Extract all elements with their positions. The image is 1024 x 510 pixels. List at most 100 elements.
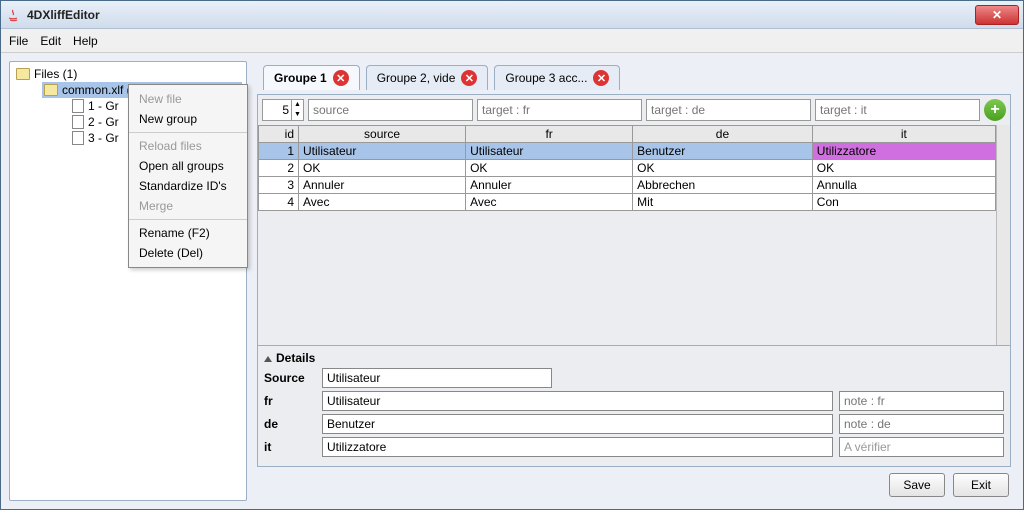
menu-file[interactable]: File bbox=[9, 34, 28, 48]
button-row: Save Exit bbox=[257, 471, 1011, 497]
tab-label: Groupe 3 acc... bbox=[505, 71, 587, 85]
cell-source[interactable]: Avec bbox=[299, 194, 466, 211]
label-fr: fr bbox=[264, 394, 316, 408]
filter-source[interactable] bbox=[308, 99, 473, 121]
id-spinner[interactable]: ▲▼ bbox=[262, 99, 304, 121]
tab-label: Groupe 2, vide bbox=[377, 71, 456, 85]
ctx-merge[interactable]: Merge bbox=[129, 196, 247, 216]
workarea: ▲▼ + id source fr de i bbox=[257, 94, 1011, 467]
cell-fr[interactable]: Avec bbox=[466, 194, 633, 211]
detail-it-note[interactable] bbox=[839, 437, 1004, 457]
ctx-delete[interactable]: Delete (Del) bbox=[129, 243, 247, 263]
cell-id[interactable]: 2 bbox=[259, 160, 299, 177]
ctx-standardize[interactable]: Standardize ID's bbox=[129, 176, 247, 196]
separator bbox=[129, 132, 247, 133]
detail-fr-input[interactable] bbox=[322, 391, 833, 411]
tab-groupe-3[interactable]: Groupe 3 acc... ✕ bbox=[494, 65, 620, 90]
tab-close-icon[interactable]: ✕ bbox=[333, 70, 349, 86]
add-row-button[interactable]: + bbox=[984, 99, 1006, 121]
vertical-scrollbar[interactable] bbox=[996, 125, 1010, 345]
col-source[interactable]: source bbox=[299, 126, 466, 143]
toggle-icon[interactable] bbox=[264, 356, 272, 362]
translation-table: id source fr de it 1UtilisateurUtilisate… bbox=[258, 125, 996, 211]
separator bbox=[129, 219, 247, 220]
col-fr[interactable]: fr bbox=[466, 126, 633, 143]
tree-group-label: 2 - Gr bbox=[88, 115, 119, 129]
ctx-open-all[interactable]: Open all groups bbox=[129, 156, 247, 176]
details-panel: Details Source fr de it bbox=[258, 345, 1010, 466]
cell-source[interactable]: Annuler bbox=[299, 177, 466, 194]
tab-close-icon[interactable]: ✕ bbox=[461, 70, 477, 86]
cell-fr[interactable]: Utilisateur bbox=[466, 143, 633, 160]
table-row[interactable]: 1UtilisateurUtilisateurBenutzerUtilizzat… bbox=[259, 143, 996, 160]
data-grid: id source fr de it 1UtilisateurUtilisate… bbox=[258, 125, 1010, 345]
detail-fr-note[interactable] bbox=[839, 391, 1004, 411]
table-row[interactable]: 3AnnulerAnnulerAbbrechenAnnulla bbox=[259, 177, 996, 194]
detail-source-input[interactable] bbox=[322, 368, 552, 388]
detail-it-input[interactable] bbox=[322, 437, 833, 457]
java-app-icon bbox=[5, 7, 21, 23]
spinner-up-icon[interactable]: ▲ bbox=[291, 100, 303, 110]
main-area: Groupe 1 ✕ Groupe 2, vide ✕ Groupe 3 acc..… bbox=[253, 61, 1015, 501]
cell-it[interactable]: Con bbox=[812, 194, 995, 211]
cell-de[interactable]: Benutzer bbox=[633, 143, 813, 160]
col-de[interactable]: de bbox=[633, 126, 813, 143]
cell-it[interactable]: OK bbox=[812, 160, 995, 177]
cell-source[interactable]: Utilisateur bbox=[299, 143, 466, 160]
file-icon bbox=[72, 131, 84, 145]
filter-de[interactable] bbox=[646, 99, 811, 121]
tab-label: Groupe 1 bbox=[274, 71, 327, 85]
label-it: it bbox=[264, 440, 316, 454]
tree-group-label: 1 - Gr bbox=[88, 99, 119, 113]
table-row[interactable]: 2OKOKOKOK bbox=[259, 160, 996, 177]
cell-it[interactable]: Utilizzatore bbox=[812, 143, 995, 160]
app-window: 4DXliffEditor ✕ File Edit Help Files (1)… bbox=[0, 0, 1024, 510]
file-icon bbox=[72, 115, 84, 129]
cell-id[interactable]: 3 bbox=[259, 177, 299, 194]
filter-fr[interactable] bbox=[477, 99, 642, 121]
menu-help[interactable]: Help bbox=[73, 34, 98, 48]
cell-de[interactable]: Mit bbox=[633, 194, 813, 211]
content: Files (1) common.xlf (3) 1 - Gr 2 - Gr 3… bbox=[1, 53, 1023, 509]
id-spinner-input[interactable] bbox=[263, 103, 291, 117]
menu-edit[interactable]: Edit bbox=[40, 34, 61, 48]
window-close-button[interactable]: ✕ bbox=[975, 5, 1019, 25]
detail-de-note[interactable] bbox=[839, 414, 1004, 434]
label-source: Source bbox=[264, 371, 316, 385]
col-it[interactable]: it bbox=[812, 126, 995, 143]
ctx-new-group[interactable]: New group bbox=[129, 109, 247, 129]
file-icon bbox=[72, 99, 84, 113]
spinner-down-icon[interactable]: ▼ bbox=[291, 110, 303, 120]
cell-de[interactable]: OK bbox=[633, 160, 813, 177]
tab-groupe-1[interactable]: Groupe 1 ✕ bbox=[263, 65, 360, 90]
table-row[interactable]: 4AvecAvecMitCon bbox=[259, 194, 996, 211]
col-id[interactable]: id bbox=[259, 126, 299, 143]
detail-de-input[interactable] bbox=[322, 414, 833, 434]
exit-button[interactable]: Exit bbox=[953, 473, 1009, 497]
tree-root-label: Files (1) bbox=[34, 67, 77, 81]
tree-group-label: 3 - Gr bbox=[88, 131, 119, 145]
cell-it[interactable]: Annulla bbox=[812, 177, 995, 194]
menubar: File Edit Help bbox=[1, 29, 1023, 53]
label-de: de bbox=[264, 417, 316, 431]
details-title: Details bbox=[264, 348, 1004, 368]
filter-it[interactable] bbox=[815, 99, 980, 121]
folder-icon bbox=[44, 84, 58, 96]
cell-id[interactable]: 1 bbox=[259, 143, 299, 160]
cell-id[interactable]: 4 bbox=[259, 194, 299, 211]
tree-root[interactable]: Files (1) bbox=[14, 66, 242, 82]
cell-source[interactable]: OK bbox=[299, 160, 466, 177]
cell-fr[interactable]: OK bbox=[466, 160, 633, 177]
tab-close-icon[interactable]: ✕ bbox=[593, 70, 609, 86]
save-button[interactable]: Save bbox=[889, 473, 945, 497]
filter-row: ▲▼ + bbox=[258, 95, 1010, 125]
tab-bar: Groupe 1 ✕ Groupe 2, vide ✕ Groupe 3 acc..… bbox=[257, 65, 1011, 90]
ctx-rename[interactable]: Rename (F2) bbox=[129, 223, 247, 243]
tab-groupe-2[interactable]: Groupe 2, vide ✕ bbox=[366, 65, 489, 90]
sidebar-tree: Files (1) common.xlf (3) 1 - Gr 2 - Gr 3… bbox=[9, 61, 247, 501]
cell-de[interactable]: Abbrechen bbox=[633, 177, 813, 194]
ctx-new-file[interactable]: New file bbox=[129, 89, 247, 109]
ctx-reload[interactable]: Reload files bbox=[129, 136, 247, 156]
cell-fr[interactable]: Annuler bbox=[466, 177, 633, 194]
titlebar: 4DXliffEditor ✕ bbox=[1, 1, 1023, 29]
